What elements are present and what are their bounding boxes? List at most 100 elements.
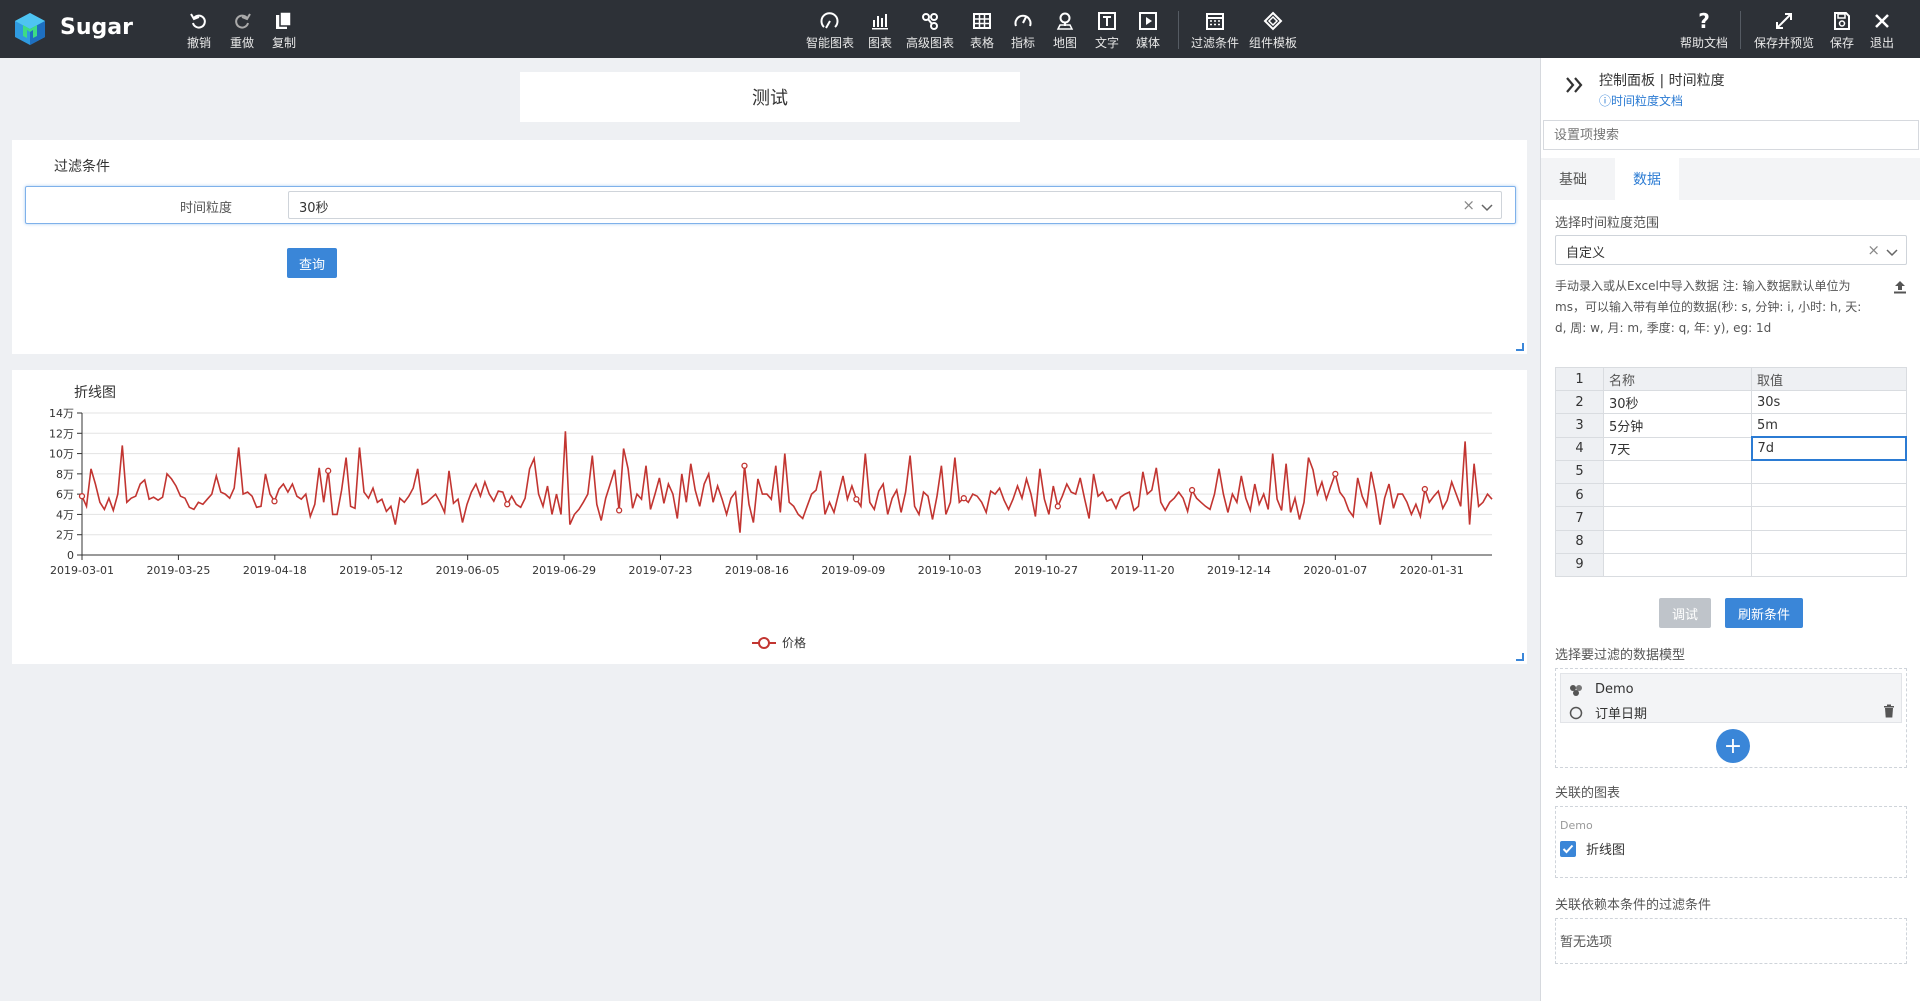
data-point[interactable]: [1332, 470, 1339, 478]
upload-icon[interactable]: [1893, 280, 1907, 298]
table-cell-value[interactable]: 30s: [1751, 390, 1907, 415]
trash-icon[interactable]: [1883, 704, 1895, 722]
table-row: 2 30秒 30s: [1555, 390, 1907, 415]
table-cell-value[interactable]: [1751, 529, 1907, 554]
checkbox-checked-icon[interactable]: [1560, 840, 1576, 857]
table-row: 8: [1555, 529, 1907, 554]
table-cell-name[interactable]: 30秒: [1603, 390, 1752, 415]
radio-icon[interactable]: [1569, 706, 1585, 720]
help-button[interactable]: ? 帮助文档: [1680, 9, 1728, 52]
range-select[interactable]: 自定义 ×: [1555, 235, 1907, 265]
save-icon: [1832, 10, 1852, 32]
advanced-chart-button[interactable]: 高级图表: [906, 10, 954, 52]
debug-button[interactable]: 调试: [1659, 598, 1711, 628]
table-cell-value[interactable]: [1751, 552, 1907, 578]
table-cell-value[interactable]: 取值: [1751, 366, 1907, 392]
smart-chart-button[interactable]: 智能图表: [806, 10, 854, 52]
table-row: 1 名称 取值: [1555, 366, 1907, 392]
data-point[interactable]: [271, 498, 278, 505]
row-number: 8: [1555, 529, 1604, 554]
legend-marker[interactable]: [758, 637, 770, 649]
data-point[interactable]: [741, 462, 748, 469]
data-point[interactable]: [1188, 486, 1196, 494]
depends-label: 关联依赖本条件的过滤条件: [1555, 898, 1712, 913]
data-point[interactable]: [504, 501, 511, 508]
data-point[interactable]: [853, 496, 860, 503]
tab-data[interactable]: 数据: [1615, 158, 1679, 200]
filter-card[interactable]: 过滤条件 时间粒度 30秒 × 查询: [12, 140, 1527, 354]
table-cell-name[interactable]: 7天: [1603, 436, 1752, 461]
table-cell-name[interactable]: 名称: [1603, 366, 1752, 392]
table-row: 5: [1555, 459, 1907, 485]
chart-button[interactable]: 图表: [868, 10, 892, 52]
data-point[interactable]: [325, 467, 332, 474]
clear-icon[interactable]: ×: [1867, 241, 1880, 259]
line-chart-card[interactable]: 0 2万 4万 6万 8万 10万 12万 14万 2019-03-01 2019-03-25 20…: [12, 370, 1527, 664]
toolbar-divider: [1178, 11, 1179, 49]
depends-empty-text: 暂无选项: [1560, 935, 1613, 950]
table-cell-value[interactable]: [1751, 459, 1907, 485]
data-point[interactable]: [960, 495, 967, 502]
data-point[interactable]: [78, 493, 86, 500]
settings-search-input[interactable]: [1543, 120, 1919, 150]
copy-button[interactable]: 复制: [272, 10, 296, 52]
component-template-button[interactable]: 组件模板: [1249, 10, 1297, 52]
dashboard-title[interactable]: 测试: [520, 72, 1020, 122]
data-point[interactable]: [615, 507, 623, 514]
bar-chart-icon: [870, 10, 890, 32]
exit-button[interactable]: 退出: [1870, 10, 1894, 52]
table-cell-name[interactable]: 5分钟: [1603, 413, 1752, 438]
table-cell-name[interactable]: [1603, 529, 1752, 554]
resize-handle-icon[interactable]: [1516, 343, 1524, 351]
table-cell-value[interactable]: 5m: [1751, 413, 1907, 438]
refresh-conditions-button[interactable]: 刷新条件: [1725, 598, 1803, 628]
map-pin-icon: [1055, 10, 1075, 32]
table-cell-name[interactable]: [1603, 552, 1752, 578]
table-row: 3 5分钟 5m: [1555, 413, 1907, 438]
time-granularity-select[interactable]: 30秒 ×: [288, 191, 1502, 219]
table-cell-value[interactable]: 7d: [1750, 436, 1907, 462]
table-cell-name[interactable]: [1603, 506, 1752, 531]
x-tick-label: 2020-01-07: [1303, 564, 1367, 577]
map-button[interactable]: 地图: [1053, 10, 1077, 52]
metric-button[interactable]: 指标: [1011, 10, 1035, 52]
redo-button[interactable]: 重做: [230, 10, 254, 52]
table-button[interactable]: 表格: [970, 10, 994, 52]
series-line-price: [81, 431, 1493, 533]
related-group: Demo: [1560, 819, 1593, 832]
row-number: 1: [1555, 366, 1604, 392]
save-button[interactable]: 保存: [1830, 10, 1854, 52]
table-row: 4 7天 7d: [1555, 436, 1907, 462]
table-cell-value[interactable]: [1751, 506, 1907, 531]
table-cell-value[interactable]: [1751, 483, 1907, 508]
related-chart-item[interactable]: 折线图: [1560, 839, 1625, 858]
data-point[interactable]: [1054, 503, 1061, 510]
query-button[interactable]: 查询: [287, 248, 337, 278]
time-granularity-filter[interactable]: 时间粒度 30秒 ×: [25, 186, 1516, 224]
chevron-down-icon[interactable]: [1886, 245, 1898, 261]
text-button[interactable]: 文字: [1095, 10, 1119, 52]
x-tick-label: 2019-05-12: [339, 564, 403, 577]
granularity-doc-link[interactable]: ⓘ时间粒度文档: [1599, 92, 1683, 109]
tab-basic[interactable]: 基础: [1541, 158, 1605, 200]
import-description: 手动录入或从Excel中导入数据 注: 输入数据默认单位为ms，可以输入带有单位…: [1555, 279, 1862, 335]
legend-label[interactable]: 价格: [782, 635, 806, 650]
add-model-button[interactable]: +: [1716, 729, 1750, 763]
save-preview-button[interactable]: 保存并预览: [1754, 10, 1814, 52]
line-chart: 0 2万 4万 6万 8万 10万 12万 14万 2019-03-01 2019-03-25 20…: [49, 407, 1493, 650]
text-icon: [1097, 10, 1117, 32]
filter-button[interactable]: 过滤条件: [1191, 10, 1239, 52]
model-name-row: Demo: [1569, 682, 1634, 697]
range-value: 自定义: [1566, 246, 1606, 261]
undo-button[interactable]: 撤销: [187, 10, 211, 52]
collapse-panel-icon[interactable]: [1565, 76, 1585, 98]
question-icon: ?: [1698, 9, 1710, 33]
table-cell-name[interactable]: [1603, 483, 1752, 508]
clear-icon[interactable]: ×: [1462, 196, 1475, 214]
data-point[interactable]: [1421, 485, 1429, 493]
table-cell-name[interactable]: [1603, 459, 1752, 485]
media-button[interactable]: 媒体: [1136, 10, 1160, 52]
resize-handle-icon[interactable]: [1516, 653, 1524, 661]
chevron-down-icon[interactable]: [1481, 200, 1493, 216]
row-number: 3: [1555, 413, 1604, 438]
